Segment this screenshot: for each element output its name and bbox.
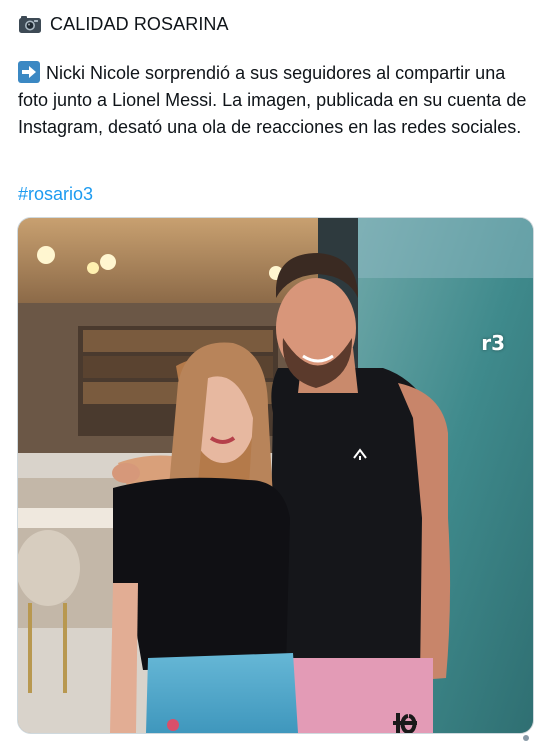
photo-watermark: r3: [481, 331, 505, 355]
hashtag-link[interactable]: #rosario3: [18, 182, 93, 206]
post-body: Nicki Nicole sorprendió a sus seguidores…: [18, 60, 533, 141]
photo-illustration: [18, 218, 533, 733]
tweet-post: CALIDAD ROSARINA Nicki Nicole sorprendió…: [0, 0, 547, 742]
post-text: Nicki Nicole sorprendió a sus seguidores…: [18, 63, 527, 137]
more-indicator: [523, 735, 529, 741]
author-name[interactable]: CALIDAD ROSARINA: [50, 12, 229, 36]
post-photo[interactable]: r3: [17, 217, 534, 734]
camera-icon: [19, 16, 41, 33]
right-arrow-icon: [18, 61, 40, 83]
post-header: CALIDAD ROSARINA: [18, 12, 229, 36]
